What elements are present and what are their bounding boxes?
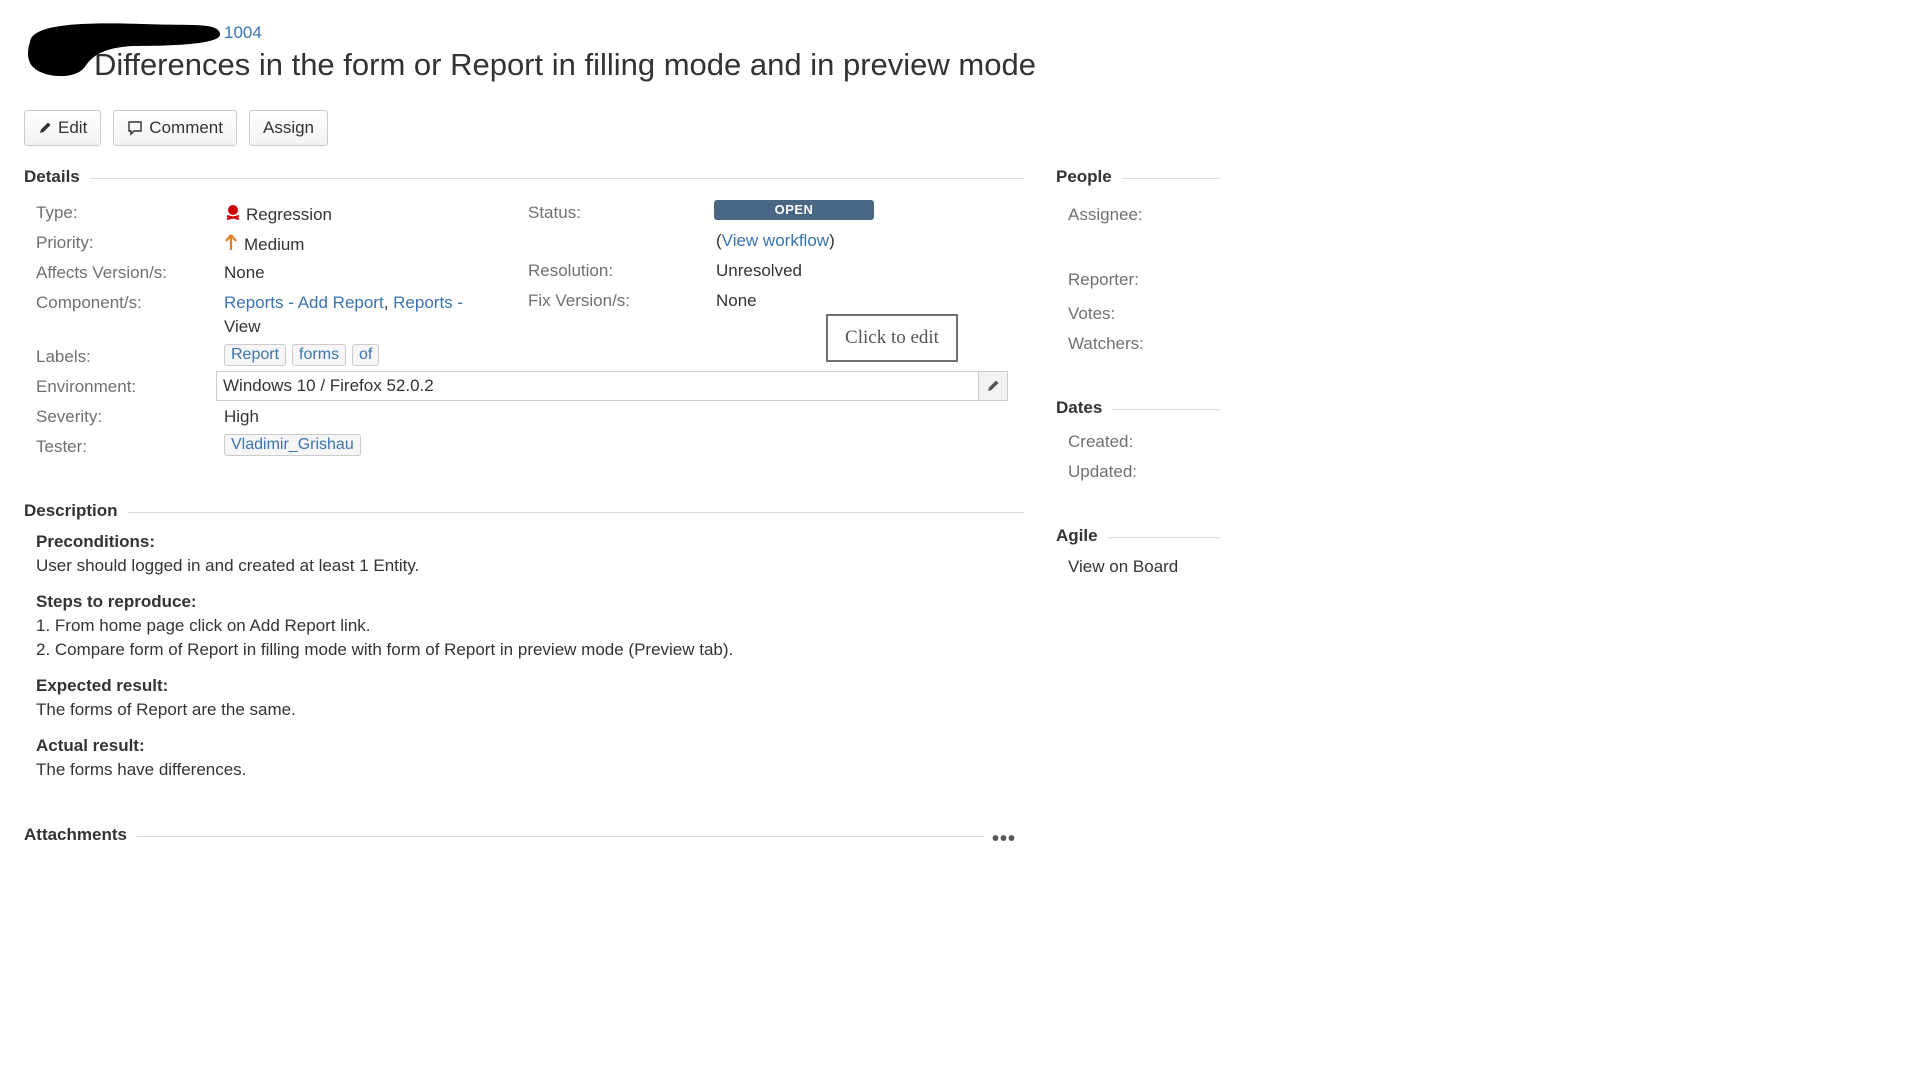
comment-button-label: Comment — [149, 118, 223, 137]
step-item: 1. From home page click on Add Report li… — [36, 616, 371, 635]
description-heading: Description — [24, 501, 118, 520]
component-link-view[interactable]: Reports - — [393, 293, 463, 312]
priority-label: Priority: — [36, 233, 94, 252]
reporter-label: Reporter: — [1068, 270, 1139, 289]
view-workflow-link[interactable]: View workflow — [722, 231, 829, 250]
attachments-heading: Attachments — [24, 825, 127, 844]
actual-block: Actual result: The forms have difference… — [36, 734, 1016, 782]
regression-bug-icon — [224, 203, 242, 226]
edit-button-label: Edit — [58, 118, 88, 137]
dates-heading: Dates — [1056, 398, 1103, 417]
expected-block: Expected result: The forms of Report are… — [36, 674, 1016, 722]
type-label: Type: — [36, 203, 78, 222]
details-heading: Details — [24, 167, 80, 186]
section-divider — [127, 511, 1024, 513]
people-section-header: People — [1056, 167, 1220, 187]
components-value: Reports - Add Report, Reports - — [224, 293, 463, 313]
updated-label: Updated: — [1068, 462, 1137, 481]
issue-key-link[interactable]: 1004 — [224, 23, 262, 43]
view-workflow: (View workflow) — [716, 231, 835, 251]
preconditions-heading: Preconditions: — [36, 532, 156, 551]
arrow-up-icon — [224, 233, 238, 256]
priority-value: Medium — [224, 233, 304, 256]
severity-label: Severity: — [36, 407, 103, 426]
attachments-section-header: Attachments — [24, 825, 984, 845]
comment-button[interactable]: Comment — [113, 110, 237, 146]
edit-button[interactable]: Edit — [24, 110, 102, 146]
click-to-edit-tooltip: Click to edit — [826, 314, 958, 362]
fix-version-label: Fix Version/s: — [528, 291, 631, 310]
affects-version-label: Affects Version/s: — [36, 263, 168, 282]
speech-bubble-icon — [127, 120, 143, 136]
label-tag[interactable]: Report — [224, 344, 287, 366]
preconditions-block: Preconditions: User should logged in and… — [36, 530, 1016, 578]
view-on-board-link[interactable]: View on Board — [1068, 557, 1178, 577]
issue-toolbar: Edit Comment Assign — [24, 110, 329, 146]
workflow-paren-close: ) — [829, 231, 835, 250]
component-link-add-report[interactable]: Reports - Add Report — [224, 293, 384, 312]
preconditions-text: User should logged in and created at lea… — [36, 556, 420, 575]
expected-text: The forms of Report are the same. — [36, 700, 296, 719]
actual-heading: Actual result: — [36, 736, 145, 755]
type-value: Regression — [224, 203, 332, 226]
severity-value: High — [224, 407, 259, 426]
more-options-icon[interactable]: ••• — [992, 828, 1016, 851]
description-body: Preconditions: User should logged in and… — [36, 530, 1016, 794]
actual-text: The forms have differences. — [36, 760, 247, 779]
assign-button-label: Assign — [262, 118, 315, 137]
details-section-header: Details — [24, 167, 1024, 187]
resolution-value: Unresolved — [716, 261, 802, 280]
pencil-icon[interactable] — [978, 372, 1007, 400]
votes-label: Votes: — [1068, 304, 1116, 323]
component-separator: , — [383, 293, 394, 312]
label-tag[interactable]: forms — [292, 344, 347, 366]
issue-title: Differences in the form or Report in fil… — [94, 47, 1036, 82]
section-divider — [1121, 177, 1220, 179]
environment-label: Environment: — [36, 377, 137, 396]
section-divider — [89, 177, 1024, 179]
labels-label: Labels: — [36, 347, 91, 366]
labels-value: Report forms of — [224, 344, 385, 366]
step-item: 2. Compare form of Report in filling mod… — [36, 640, 734, 659]
environment-inline-edit[interactable]: Windows 10 / Firefox 52.0.2 — [216, 371, 1008, 401]
people-heading: People — [1056, 167, 1112, 186]
description-section-header: Description — [24, 501, 1024, 521]
priority-value-text: Medium — [244, 234, 305, 254]
status-lozenge: OPEN — [714, 200, 874, 220]
agile-section-header: Agile — [1056, 526, 1220, 546]
fix-version-value: None — [716, 291, 757, 310]
dates-section-header: Dates — [1056, 398, 1220, 418]
environment-value[interactable]: Windows 10 / Firefox 52.0.2 — [217, 376, 978, 396]
status-label: Status: — [528, 203, 581, 222]
section-divider — [1112, 408, 1220, 410]
components-label: Component/s: — [36, 293, 142, 312]
tester-value: Vladimir_Grishau — [224, 434, 367, 456]
tester-label: Tester: — [36, 437, 88, 456]
type-value-text: Regression — [246, 204, 332, 224]
agile-heading: Agile — [1056, 526, 1098, 545]
expected-heading: Expected result: — [36, 676, 169, 695]
steps-block: Steps to reproduce: 1. From home page cl… — [36, 590, 1016, 662]
watchers-label: Watchers: — [1068, 334, 1144, 353]
label-tag[interactable]: of — [352, 344, 380, 366]
component-link-view-continued[interactable]: View — [224, 317, 261, 337]
assign-button[interactable]: Assign — [248, 110, 329, 146]
created-label: Created: — [1068, 432, 1134, 451]
tester-user-tag[interactable]: Vladimir_Grishau — [224, 434, 361, 456]
assignee-label: Assignee: — [1068, 205, 1143, 224]
resolution-label: Resolution: — [528, 261, 614, 280]
steps-heading: Steps to reproduce: — [36, 592, 197, 611]
affects-version-value: None — [224, 263, 265, 282]
section-divider — [136, 835, 984, 837]
tooltip-text: Click to edit — [845, 327, 939, 348]
section-divider — [1107, 536, 1220, 538]
pencil-icon — [38, 121, 52, 135]
